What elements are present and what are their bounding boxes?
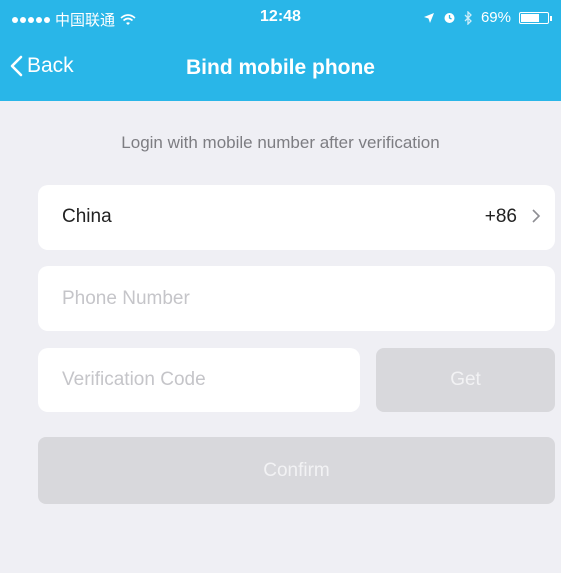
country-code: +86	[484, 206, 517, 227]
battery-icon	[519, 11, 552, 24]
chevron-right-icon	[532, 209, 541, 223]
country-selector[interactable]: China +86	[38, 185, 555, 250]
navbar: Back Bind mobile phone	[0, 36, 561, 101]
verification-code-input[interactable]	[38, 348, 360, 412]
battery-percent: 69%	[480, 9, 511, 26]
status-right: 69%	[423, 9, 552, 26]
country-name: China	[62, 206, 112, 227]
page-title: Bind mobile phone	[186, 56, 375, 79]
phone-field	[38, 266, 555, 331]
status-bar: 中国联通 12:48 69%	[0, 0, 561, 36]
get-code-button[interactable]: Get	[376, 348, 555, 412]
alarm-icon	[444, 13, 455, 23]
header: 中国联通 12:48 69% Back Bind mobile phone	[0, 0, 561, 101]
phone-number-input[interactable]	[38, 266, 555, 331]
bluetooth-icon	[464, 10, 472, 25]
confirm-button[interactable]: Confirm	[38, 437, 555, 504]
location-arrow-icon	[423, 12, 434, 23]
hint-text: Login with mobile number after verificat…	[121, 133, 440, 152]
verification-code-field	[38, 348, 360, 412]
